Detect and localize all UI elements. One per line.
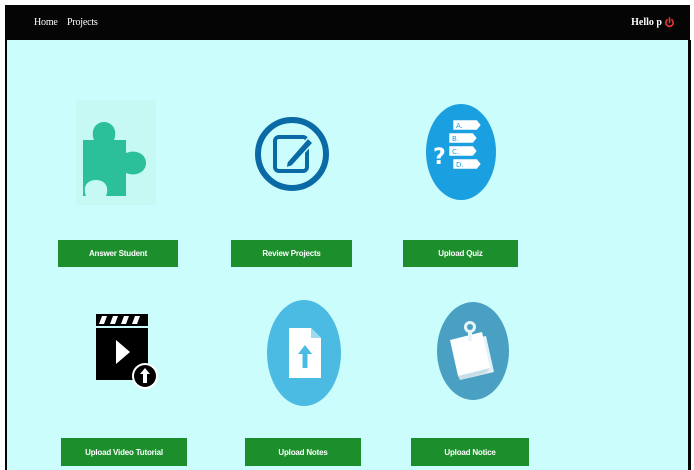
svg-text:D.: D. — [456, 161, 464, 169]
logout-power-icon[interactable] — [664, 17, 675, 28]
video-upload-icon[interactable] — [94, 310, 160, 392]
edit-document-icon[interactable] — [253, 102, 331, 206]
user-greeting: Hello p — [631, 17, 675, 28]
upload-quiz-button[interactable]: Upload Quiz — [403, 240, 518, 267]
right-border — [688, 40, 691, 470]
upload-notes-button[interactable]: Upload Notes — [245, 438, 361, 466]
left-border — [5, 40, 7, 470]
top-navbar: Home Projects Hello p — [5, 5, 690, 40]
pinned-notice-icon[interactable] — [436, 300, 510, 402]
svg-text:C.: C. — [452, 148, 459, 156]
upload-file-icon[interactable] — [266, 298, 342, 408]
nav-projects-link[interactable]: Projects — [67, 17, 98, 28]
review-projects-button[interactable]: Review Projects — [231, 240, 352, 267]
greeting-text: Hello p — [631, 17, 662, 28]
upload-notice-button[interactable]: Upload Notice — [411, 438, 529, 466]
upload-video-tutorial-button[interactable]: Upload Video Tutorial — [61, 438, 187, 466]
quiz-options-icon[interactable]: ? A. B. C. D. — [425, 102, 497, 202]
app-window: Home Projects Hello p ? A. B. C. D. Answ… — [0, 0, 694, 470]
svg-text:B.: B. — [452, 135, 459, 143]
puzzle-piece-icon[interactable] — [76, 100, 156, 205]
svg-text:?: ? — [433, 145, 446, 170]
nav-home-link[interactable]: Home — [34, 17, 58, 28]
svg-text:A.: A. — [456, 122, 463, 130]
answer-student-button[interactable]: Answer Student — [58, 240, 178, 267]
